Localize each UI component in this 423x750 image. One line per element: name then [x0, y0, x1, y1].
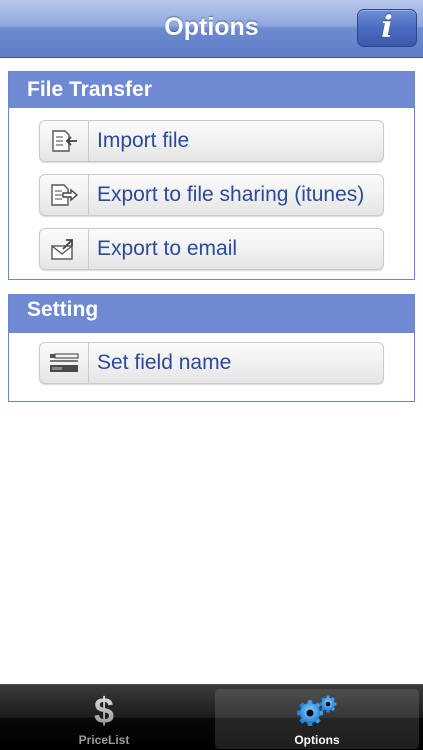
section-header-file-transfer: File Transfer — [9, 72, 414, 108]
import-file-button[interactable]: Import file — [39, 120, 384, 162]
field-name-icon — [40, 343, 89, 383]
email-icon — [40, 229, 89, 269]
dollar-icon: $ — [93, 690, 115, 731]
tab-options-label: Options — [294, 733, 340, 747]
export-email-button[interactable]: Export to email — [39, 228, 384, 270]
tab-pricelist[interactable]: $ PriceList — [2, 689, 206, 749]
info-button[interactable]: i — [357, 9, 417, 47]
gears-icon — [295, 695, 339, 732]
set-field-name-button[interactable]: Set field name — [39, 342, 384, 384]
info-icon: i — [381, 10, 393, 45]
export-email-label: Export to email — [97, 237, 238, 260]
setting-section: Setting Set field name — [8, 294, 415, 402]
export-file-sharing-button[interactable]: Export to file sharing (itunes) — [39, 174, 384, 216]
tab-pricelist-label: PriceList — [78, 733, 130, 747]
export-file-sharing-label: Export to file sharing (itunes) — [97, 183, 365, 206]
import-file-label: Import file — [97, 129, 190, 152]
export-file-icon — [40, 175, 89, 215]
navigation-bar: Options i — [0, 0, 423, 58]
section-header-setting: Setting — [9, 295, 414, 333]
tab-bar: $ PriceList Options — [0, 684, 423, 750]
tab-options[interactable]: Options — [215, 689, 419, 749]
import-file-icon — [40, 121, 89, 161]
set-field-name-label: Set field name — [97, 351, 232, 374]
file-transfer-section: File Transfer Import file Export to file… — [8, 71, 415, 280]
